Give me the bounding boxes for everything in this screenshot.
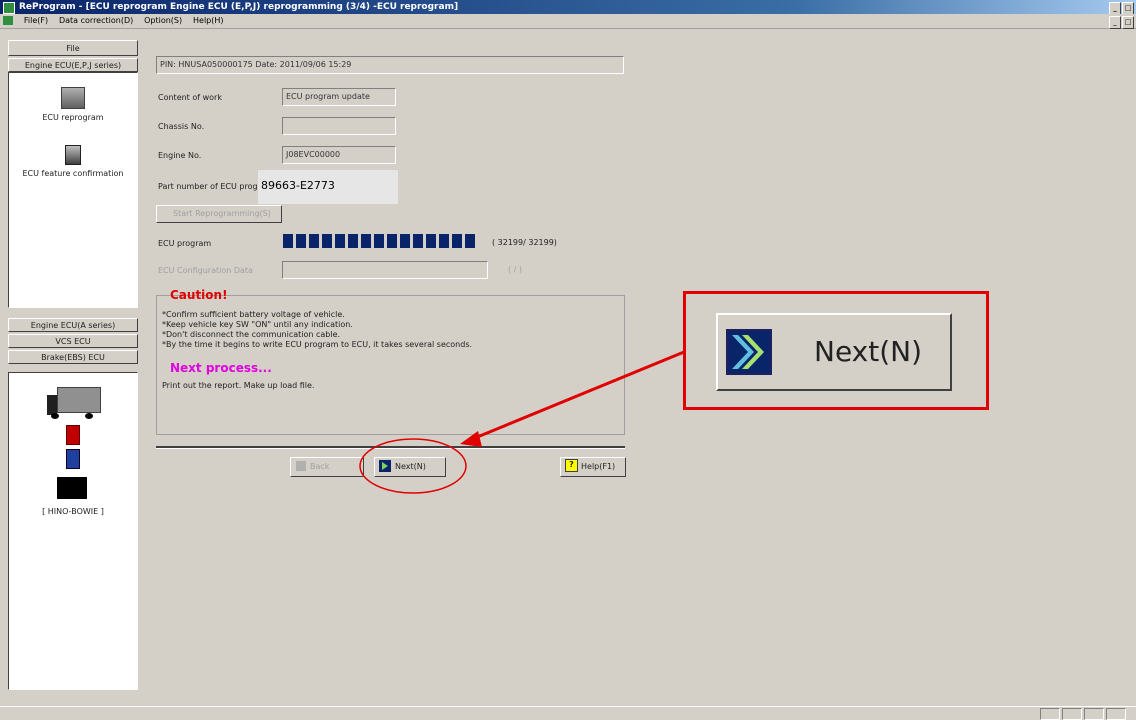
status-cell bbox=[1084, 708, 1104, 720]
progress-block bbox=[283, 234, 293, 248]
config-data-progress bbox=[282, 261, 488, 279]
vehicle-caption: [ HINO-BOWIE ] bbox=[42, 507, 104, 516]
progress-block bbox=[309, 234, 319, 248]
file-tab[interactable]: File bbox=[8, 40, 138, 56]
chassis-no-field bbox=[282, 117, 396, 135]
status-cell bbox=[1040, 708, 1060, 720]
zoomed-next-button: Next(N) bbox=[716, 313, 952, 391]
next-process-text: Print out the report. Make up load file. bbox=[162, 381, 315, 390]
caution-line: *By the time it begins to write ECU prog… bbox=[162, 340, 473, 349]
engine-no-field: J08EVC00000 bbox=[282, 146, 396, 164]
menu-data-correction[interactable]: Data correction(D) bbox=[55, 14, 137, 28]
part-number-label: Part number of ECU program bbox=[158, 182, 274, 191]
content-of-work-field: ECU program update bbox=[282, 88, 396, 106]
sidebar-item-ecu-feature-confirmation[interactable]: ECU feature confirmation bbox=[9, 145, 137, 178]
part-number-field: 89663-E2773 bbox=[258, 170, 398, 204]
content-of-work-label: Content of work bbox=[158, 93, 222, 102]
laptop-icon bbox=[61, 87, 85, 109]
back-button[interactable]: Back bbox=[290, 457, 364, 477]
engine-no-label: Engine No. bbox=[158, 151, 202, 160]
progress-block bbox=[465, 234, 475, 248]
sidebar-item-label: ECU reprogram bbox=[42, 113, 104, 122]
progress-block bbox=[413, 234, 423, 248]
progress-block bbox=[439, 234, 449, 248]
help-button[interactable]: ? Help(F1) bbox=[560, 457, 626, 477]
progress-block bbox=[387, 234, 397, 248]
window-title: ReProgram - [ECU reprogram Engine ECU (E… bbox=[19, 2, 459, 12]
scanner-icon bbox=[65, 145, 81, 165]
caution-line: *Keep vehicle key SW "ON" until any indi… bbox=[162, 320, 353, 329]
help-label: Help(F1) bbox=[581, 462, 616, 471]
caution-line: *Don't disconnect the communication cabl… bbox=[162, 330, 341, 339]
engine-ecu-epj-tab[interactable]: Engine ECU(E,P,J series) bbox=[8, 58, 138, 72]
caution-line: *Confirm sufficient battery voltage of v… bbox=[162, 310, 345, 319]
progress-block bbox=[322, 234, 332, 248]
vehicle-panel: [ HINO-BOWIE ] bbox=[8, 372, 138, 690]
next-button[interactable]: Next(N) bbox=[374, 457, 446, 477]
progress-block bbox=[296, 234, 306, 248]
truck-icon bbox=[47, 387, 101, 419]
connector-red-icon bbox=[66, 425, 80, 445]
status-cell bbox=[1106, 708, 1126, 720]
start-reprogramming-button[interactable]: Start Reprogramming(S) bbox=[156, 205, 282, 223]
separator bbox=[156, 446, 625, 449]
back-label: Back bbox=[310, 462, 330, 471]
title-bar: ReProgram - [ECU reprogram Engine ECU (E… bbox=[0, 0, 1136, 15]
connector-blue-icon bbox=[66, 449, 80, 469]
ecu-program-progress bbox=[283, 234, 475, 248]
engine-ecu-a-button[interactable]: Engine ECU(A series) bbox=[8, 318, 138, 332]
chassis-no-label: Chassis No. bbox=[158, 122, 205, 131]
next-arrow-icon bbox=[379, 459, 391, 472]
vcs-ecu-button[interactable]: VCS ECU bbox=[8, 334, 138, 348]
left-panel: File Engine ECU(E,P,J series) ECU reprog… bbox=[8, 40, 138, 706]
menu-option[interactable]: Option(S) bbox=[140, 14, 186, 28]
progress-block bbox=[335, 234, 345, 248]
progress-block bbox=[374, 234, 384, 248]
zoomed-next-label: Next(N) bbox=[814, 335, 923, 368]
mdi-restore-icon[interactable]: □ bbox=[1122, 16, 1134, 29]
menu-help[interactable]: Help(H) bbox=[189, 14, 228, 28]
config-data-count: ( / ) bbox=[508, 265, 523, 274]
sidebar-item-label: ECU feature confirmation bbox=[22, 169, 124, 178]
progress-block bbox=[348, 234, 358, 248]
brake-ebs-ecu-button[interactable]: Brake(EBS) ECU bbox=[8, 350, 138, 364]
caution-title: Caution! bbox=[170, 288, 228, 302]
chevron-right-icon bbox=[732, 335, 764, 369]
config-data-label: ECU Configuration Data bbox=[158, 266, 253, 275]
status-bar bbox=[0, 706, 1136, 720]
next-label: Next(N) bbox=[395, 462, 426, 471]
progress-block bbox=[452, 234, 462, 248]
pin-date-field: PIN: HNUSA050000175 Date: 2011/09/06 15:… bbox=[156, 56, 624, 74]
back-icon bbox=[296, 460, 306, 471]
ecu-program-count: ( 32199/ 32199) bbox=[492, 238, 557, 247]
status-cell bbox=[1062, 708, 1082, 720]
progress-block bbox=[361, 234, 371, 248]
next-arrow-icon bbox=[726, 329, 772, 375]
menu-bar: File(F) Data correction(D) Option(S) Hel… bbox=[0, 14, 1136, 29]
function-list: ECU reprogram ECU feature confirmation bbox=[8, 72, 138, 308]
mdi-minimize-icon[interactable]: _ bbox=[1109, 16, 1121, 29]
mdi-app-icon bbox=[3, 16, 13, 25]
ecu-program-label: ECU program bbox=[158, 239, 212, 248]
app-icon bbox=[3, 2, 15, 14]
window-controls: _ □ bbox=[1108, 1, 1134, 15]
progress-block bbox=[400, 234, 410, 248]
mdi-controls: _ □ bbox=[1108, 15, 1134, 29]
computer-icon bbox=[57, 477, 87, 499]
next-process-title: Next process... bbox=[170, 361, 272, 375]
menu-file[interactable]: File(F) bbox=[20, 14, 52, 28]
sidebar-item-ecu-reprogram[interactable]: ECU reprogram bbox=[9, 87, 137, 122]
progress-block bbox=[426, 234, 436, 248]
help-icon: ? bbox=[565, 459, 578, 472]
